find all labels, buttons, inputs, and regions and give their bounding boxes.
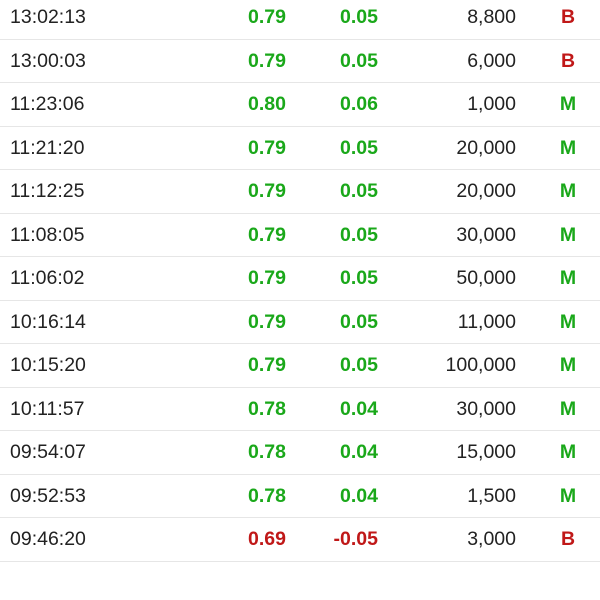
trade-change: 0.05 <box>340 180 378 202</box>
trade-time: 11:06:02 <box>10 267 85 289</box>
trade-time: 11:12:25 <box>10 180 85 202</box>
trade-row[interactable]: 09:54:07 0.78 0.04 15,000 M <box>0 431 600 475</box>
trade-time: 09:46:20 <box>10 528 86 550</box>
trade-time: 10:16:14 <box>10 310 86 333</box>
trade-side: B <box>560 6 576 28</box>
trade-price: 0.79 <box>248 136 286 159</box>
trade-volume: 30,000 <box>456 223 516 246</box>
trade-change: 0.05 <box>340 223 378 246</box>
trade-side: M <box>559 484 577 507</box>
trade-volume: 1,000 <box>467 93 516 115</box>
trade-change: 0.06 <box>340 93 378 115</box>
trade-row[interactable]: 11:06:02 0.79 0.05 50,000 M <box>0 257 600 301</box>
trade-price: 0.79 <box>248 49 286 72</box>
trade-volume: 11,000 <box>457 310 516 333</box>
trade-side: M <box>559 267 577 289</box>
trade-row[interactable]: 13:00:03 0.79 0.05 6,000 B <box>0 40 600 83</box>
trade-row[interactable]: 10:11:57 0.78 0.04 30,000 M <box>0 388 600 431</box>
trade-price: 0.79 <box>248 180 286 202</box>
trade-change: 0.05 <box>340 136 378 159</box>
trade-row[interactable]: 11:12:25 0.79 0.05 20,000 M <box>0 170 600 214</box>
trade-price: 0.79 <box>248 310 286 333</box>
trade-time: 13:00:03 <box>10 49 86 72</box>
trade-side: M <box>559 397 577 420</box>
trade-time: 11:23:06 <box>10 93 85 115</box>
trade-price: 0.80 <box>248 93 286 115</box>
trade-time: 11:08:05 <box>10 223 85 246</box>
trade-price: 0.78 <box>248 397 286 420</box>
trade-side: M <box>559 354 577 376</box>
trade-volume: 100,000 <box>445 354 517 376</box>
trade-side: M <box>559 441 577 463</box>
trade-row[interactable]: 10:16:14 0.79 0.05 11,000 M <box>0 301 600 344</box>
trade-change: 0.04 <box>340 484 378 507</box>
trade-price: 0.69 <box>248 528 286 550</box>
trade-side: M <box>559 93 577 115</box>
trade-change: -0.05 <box>333 528 378 550</box>
trade-side: M <box>559 223 577 246</box>
trade-volume: 15,000 <box>456 441 516 463</box>
trade-price: 0.79 <box>248 6 286 28</box>
trade-price: 0.79 <box>248 223 286 246</box>
trade-change: 0.04 <box>340 441 378 463</box>
trade-time: 09:54:07 <box>10 441 86 463</box>
trade-volume: 30,000 <box>456 397 516 420</box>
trade-volume: 6,000 <box>467 49 516 72</box>
trade-row[interactable]: 09:46:20 0.69 -0.05 3,000 B <box>0 518 600 562</box>
trade-list: 13:02:13 0.79 0.05 8,800 B 13:00:03 0.79… <box>0 0 600 562</box>
trade-volume: 50,000 <box>456 267 516 289</box>
trade-side: M <box>559 180 577 202</box>
trade-price: 0.79 <box>248 354 286 376</box>
trade-side: B <box>560 528 576 550</box>
trade-change: 0.05 <box>340 6 378 28</box>
trade-side: B <box>560 49 576 72</box>
trade-volume: 3,000 <box>467 528 516 550</box>
trade-price: 0.78 <box>248 484 286 507</box>
trade-change: 0.05 <box>340 354 378 376</box>
trade-volume: 20,000 <box>456 136 516 159</box>
trade-side: M <box>559 310 577 333</box>
trade-volume: 8,800 <box>467 6 516 28</box>
trade-time: 10:11:57 <box>10 397 85 420</box>
trade-row[interactable]: 11:23:06 0.80 0.06 1,000 M <box>0 83 600 127</box>
trade-time: 11:21:20 <box>10 136 85 159</box>
trade-time: 09:52:53 <box>10 484 86 507</box>
trade-change: 0.04 <box>340 397 378 420</box>
trade-row[interactable]: 11:08:05 0.79 0.05 30,000 M <box>0 214 600 257</box>
trade-side: M <box>559 136 577 159</box>
trade-time: 10:15:20 <box>10 354 86 376</box>
trade-time: 13:02:13 <box>10 6 86 28</box>
trade-row[interactable]: 11:21:20 0.79 0.05 20,000 M <box>0 127 600 170</box>
trade-price: 0.78 <box>248 441 286 463</box>
trade-row[interactable]: 10:15:20 0.79 0.05 100,000 M <box>0 344 600 388</box>
trade-volume: 1,500 <box>467 484 516 507</box>
trade-change: 0.05 <box>340 267 378 289</box>
trade-change: 0.05 <box>340 310 378 333</box>
trade-volume: 20,000 <box>456 180 516 202</box>
trade-price: 0.79 <box>248 267 286 289</box>
trade-row[interactable]: 13:02:13 0.79 0.05 8,800 B <box>0 0 600 40</box>
trade-row[interactable]: 09:52:53 0.78 0.04 1,500 M <box>0 475 600 518</box>
trade-change: 0.05 <box>340 49 378 72</box>
